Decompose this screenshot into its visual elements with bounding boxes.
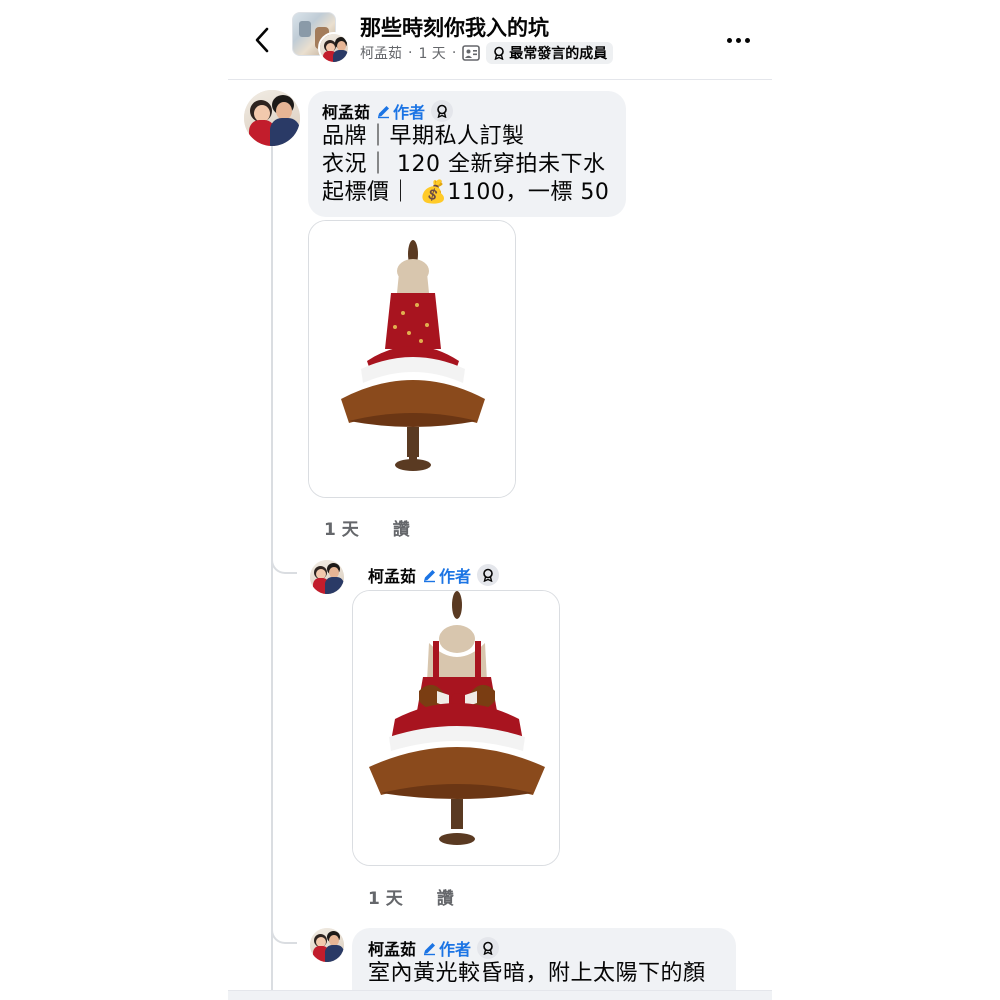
thread-line — [271, 146, 273, 1000]
thread-branch — [271, 920, 297, 944]
group-thumbnail[interactable] — [292, 12, 350, 64]
avatar[interactable] — [310, 928, 344, 962]
dress-back-image — [353, 591, 559, 865]
thread-branch — [271, 550, 297, 574]
comment-author[interactable]: 柯孟茹 — [322, 99, 370, 123]
top-contributor-badge-icon[interactable] — [477, 937, 500, 959]
top-contributor-badge-icon — [494, 46, 505, 60]
more-options-button[interactable] — [718, 26, 758, 54]
comment-bubble: 柯孟茹 作者 品牌｜早期私人訂製 衣況｜ 120 全新穿拍未下水 起標價｜ 💰1… — [308, 91, 626, 217]
comment-author-row: 柯孟茹 作者 — [368, 936, 720, 960]
post-header: 那些時刻你我入的坑 柯孟茹 · 1 天 · 最常發言的成員 — [228, 0, 772, 80]
like-button[interactable]: 讚 — [393, 515, 410, 540]
avatar[interactable] — [310, 560, 344, 594]
author-tag: 作者 — [376, 99, 425, 123]
dress-front-image — [309, 221, 515, 497]
comment-time[interactable]: 1 天 — [324, 515, 359, 540]
author-pencil-icon — [424, 569, 436, 582]
meta-separator: · — [451, 45, 457, 61]
comment-author[interactable]: 柯孟茹 — [368, 563, 416, 587]
comment-actions: 1 天 讚 — [324, 515, 410, 540]
back-button[interactable] — [246, 24, 278, 56]
author-tag: 作者 — [422, 563, 471, 587]
comment-author[interactable]: 柯孟茹 — [368, 936, 416, 960]
like-button[interactable]: 讚 — [437, 884, 454, 909]
more-options-icon — [726, 37, 732, 43]
post-meta: 柯孟茹 · 1 天 · 最常發言的成員 — [360, 42, 614, 64]
top-contributor-badge-icon[interactable] — [477, 564, 500, 586]
group-title[interactable]: 那些時刻你我入的坑 — [360, 12, 549, 42]
comment-line: 起標價｜ 💰1100，一標 50 — [322, 180, 610, 205]
avatar — [318, 32, 350, 64]
comment-line: 室內黃光較昏暗，附上太陽下的顏 — [368, 961, 706, 986]
top-contributor-badge[interactable]: 最常發言的成員 — [486, 42, 614, 64]
comment-line: 衣況｜ 120 全新穿拍未下水 — [322, 152, 606, 177]
comment-composer-bar[interactable] — [228, 990, 772, 1000]
comment-author-row: 柯孟茹 作者 — [368, 563, 500, 587]
comment-photo[interactable] — [308, 220, 516, 498]
comment-photo[interactable] — [352, 590, 560, 866]
comments-screen: 那些時刻你我入的坑 柯孟茹 · 1 天 · 最常發言的成員 柯孟茹 作者 品牌｜… — [228, 0, 772, 1000]
author-pencil-icon — [424, 942, 436, 955]
post-author[interactable]: 柯孟茹 — [360, 43, 402, 63]
top-contributor-label: 最常發言的成員 — [509, 46, 608, 62]
author-tag: 作者 — [422, 936, 471, 960]
comment-author-row: 柯孟茹 作者 — [322, 99, 612, 123]
post-time[interactable]: 1 天 — [418, 43, 445, 63]
back-chevron-icon — [255, 27, 269, 53]
avatar[interactable] — [244, 90, 300, 146]
comment-actions: 1 天 讚 — [368, 884, 454, 909]
comment-time[interactable]: 1 天 — [368, 884, 403, 909]
top-contributor-badge-icon[interactable] — [431, 100, 454, 122]
group-members-icon — [462, 45, 481, 61]
comment-line: 品牌｜早期私人訂製 — [322, 124, 525, 149]
meta-separator: · — [408, 45, 413, 61]
author-pencil-icon — [378, 105, 390, 118]
